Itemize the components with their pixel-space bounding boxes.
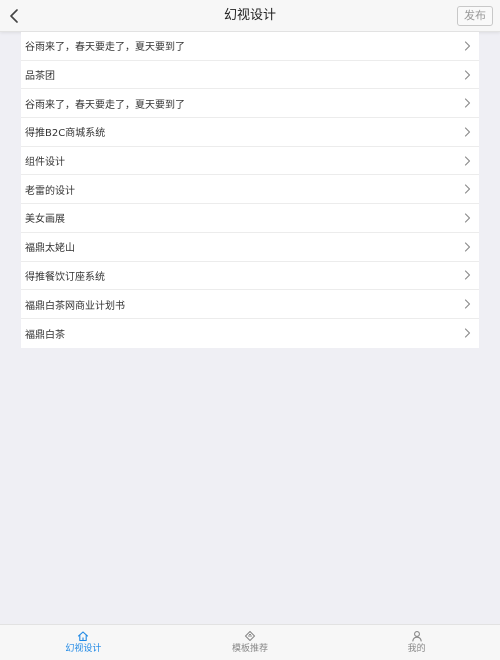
tab-label: 我的: [407, 644, 426, 654]
tab-templates[interactable]: 模板推荐: [167, 625, 334, 660]
design-list: 谷雨来了，春天要走了，夏天要到了 品茶团 谷雨来了，春天要走了，夏天要到了 得推…: [21, 32, 479, 348]
list-item[interactable]: 谷雨来了，春天要走了，夏天要到了: [21, 89, 479, 119]
list-item[interactable]: 得推B2C商城系统: [21, 118, 479, 147]
list-item-label: 得推餐饮订座系统: [25, 271, 105, 283]
list-item-label: 谷雨来了，春天要走了，夏天要到了: [25, 42, 185, 54]
back-button[interactable]: [0, 0, 28, 32]
chevron-right-icon: [462, 184, 472, 194]
chevron-right-icon: [462, 156, 472, 166]
bottom-tab-bar: 幻视设计 模板推荐 我的: [0, 624, 500, 660]
list-item[interactable]: 谷雨来了，春天要走了，夏天要到了: [21, 32, 479, 61]
list-item-label: 得推B2C商城系统: [25, 128, 106, 140]
list-item[interactable]: 品茶团: [21, 61, 479, 90]
chevron-right-icon: [462, 299, 472, 309]
tab-home[interactable]: 幻视设计: [0, 625, 167, 660]
list-item-label: 福鼎白茶网商业计划书: [25, 300, 125, 312]
chevron-right-icon: [462, 41, 472, 51]
list-item-label: 品茶团: [25, 71, 55, 83]
list-item-label: 福鼎白茶: [25, 329, 65, 341]
nav-header: 幻视设计 发布: [0, 0, 500, 32]
page-title: 幻视设计: [223, 8, 276, 23]
chevron-right-icon: [462, 328, 472, 338]
chevron-right-icon: [462, 270, 472, 280]
list-item[interactable]: 得推餐饮订座系统: [21, 262, 479, 291]
tab-profile[interactable]: 我的: [333, 625, 500, 660]
list-item-label: 组件设计: [25, 157, 65, 169]
chevron-right-icon: [462, 242, 472, 252]
chevron-right-icon: [462, 69, 472, 80]
list-item[interactable]: 老雷的设计: [21, 175, 479, 205]
list-item-label: 福鼎太姥山: [25, 243, 75, 255]
list-item[interactable]: 福鼎白茶网商业计划书: [21, 290, 479, 319]
list-item[interactable]: 福鼎白茶: [21, 319, 479, 348]
tab-label: 模板推荐: [232, 644, 269, 654]
user-icon: [411, 630, 423, 642]
list-item-label: 老雷的设计: [25, 185, 75, 197]
publish-button[interactable]: 发布: [457, 6, 493, 26]
list-item[interactable]: 组件设计: [21, 147, 479, 176]
list-item-label: 美女画展: [25, 214, 65, 226]
app-screen: 幻视设计 发布 谷雨来了，春天要走了，夏天要到了 品茶团 谷雨来了，春天要走了，…: [0, 0, 500, 660]
chevron-right-icon: [462, 213, 472, 223]
chevron-right-icon: [462, 98, 472, 108]
chevron-left-icon: [9, 9, 19, 23]
tab-label: 幻视设计: [65, 644, 102, 654]
home-icon: [77, 630, 89, 642]
list-item[interactable]: 福鼎太姥山: [21, 233, 479, 262]
list-item[interactable]: 美女画展: [21, 204, 479, 233]
chevron-right-icon: [462, 127, 472, 137]
tag-icon: [244, 630, 256, 642]
list-item-label: 谷雨来了，春天要走了，夏天要到了: [25, 99, 185, 111]
